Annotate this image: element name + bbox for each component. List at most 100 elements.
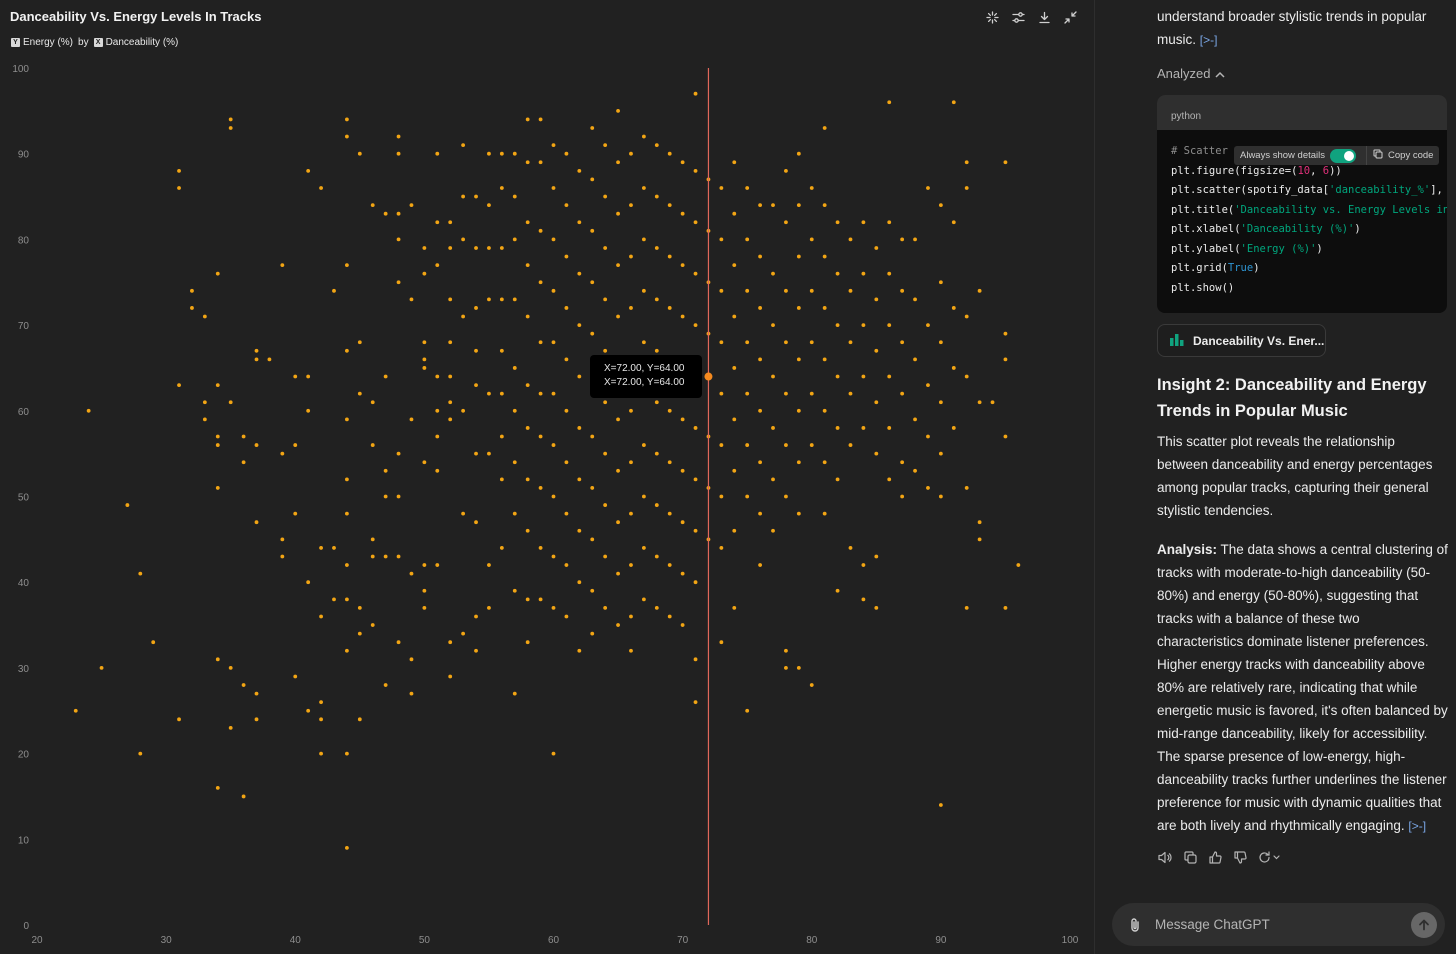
scatter-point[interactable] (641, 340, 646, 345)
scatter-point[interactable] (590, 537, 595, 542)
scatter-point[interactable] (254, 348, 259, 353)
scatter-point[interactable] (370, 537, 375, 542)
scatter-point[interactable] (487, 246, 491, 250)
scatter-point[interactable] (784, 220, 788, 225)
scatter-point[interactable] (577, 528, 582, 533)
scatter-point[interactable] (345, 348, 349, 353)
scatter-point[interactable] (693, 426, 698, 430)
scatter-point[interactable] (926, 434, 930, 439)
scatter-point[interactable] (616, 211, 620, 216)
scatter-point[interactable] (383, 683, 388, 687)
scatter-point[interactable] (345, 563, 349, 567)
scatter-point[interactable] (551, 143, 556, 148)
scatter-point[interactable] (719, 546, 724, 550)
scatter-point[interactable] (177, 168, 181, 173)
scatter-point[interactable] (422, 606, 427, 610)
scatter-point[interactable] (977, 400, 982, 405)
scatter-point[interactable] (345, 134, 349, 139)
scatter-point[interactable] (396, 211, 401, 216)
scatter-point[interactable] (667, 511, 672, 516)
scatter-point[interactable] (603, 297, 608, 302)
scatter-point[interactable] (616, 520, 620, 525)
scatter-point[interactable] (345, 117, 349, 122)
scatter-point[interactable] (422, 246, 427, 250)
scatter-point[interactable] (345, 417, 349, 422)
scatter-point[interactable] (461, 511, 466, 516)
scatter-point[interactable] (254, 443, 259, 447)
scatter-point[interactable] (758, 254, 762, 259)
scatter-point[interactable] (590, 331, 595, 336)
scatter-point[interactable] (693, 477, 698, 482)
scatter-point[interactable] (525, 220, 530, 225)
scatter-point[interactable] (938, 340, 943, 345)
scatter-point[interactable] (680, 160, 685, 165)
scatter-point[interactable] (629, 203, 633, 208)
scatter-point[interactable] (345, 648, 349, 653)
scatter-point[interactable] (409, 203, 414, 208)
scatter-point[interactable] (499, 434, 504, 439)
scatter-point[interactable] (409, 297, 414, 302)
scatter-point[interactable] (590, 280, 595, 285)
scatter-point[interactable] (538, 340, 543, 345)
scatter-point[interactable] (396, 280, 401, 285)
scatter-point[interactable] (913, 237, 917, 242)
scatter-point[interactable] (190, 288, 194, 293)
scatter-point[interactable] (745, 494, 750, 499)
scatter-point[interactable] (719, 494, 724, 499)
scatter-point[interactable] (693, 271, 698, 276)
scatter-point[interactable] (306, 580, 311, 585)
send-button[interactable] (1411, 912, 1437, 938)
scatter-point[interactable] (512, 588, 517, 593)
scatter-point[interactable] (745, 708, 750, 713)
scatter-point[interactable] (667, 563, 672, 567)
scatter-point[interactable] (771, 323, 775, 327)
scatter-point[interactable] (525, 477, 530, 482)
speaker-icon[interactable] (1157, 849, 1173, 865)
scatter-point[interactable] (654, 400, 659, 405)
scatter-point[interactable] (809, 443, 814, 447)
scatter-point[interactable] (590, 228, 595, 233)
scatter-point[interactable] (835, 426, 840, 430)
scatter-point[interactable] (512, 460, 517, 465)
scatter-point[interactable] (202, 417, 207, 422)
scatter-point[interactable] (667, 614, 672, 619)
scatter-point[interactable] (345, 511, 349, 516)
scatter-point[interactable] (306, 408, 311, 413)
scatter-point[interactable] (951, 306, 956, 310)
scatter-point[interactable] (512, 366, 517, 370)
scatter-point[interactable] (861, 271, 866, 276)
scatter-point[interactable] (745, 237, 750, 242)
scatter-point[interactable] (629, 511, 633, 516)
scatter-point[interactable] (887, 426, 892, 430)
scatter-point[interactable] (577, 271, 582, 276)
scatter-point[interactable] (396, 451, 401, 456)
scatter-point[interactable] (900, 340, 905, 345)
scatter-point[interactable] (680, 468, 685, 473)
download-icon[interactable] (1036, 9, 1052, 25)
citation-link[interactable]: [>-] (1200, 33, 1218, 47)
scatter-point[interactable] (228, 666, 233, 670)
scatter-point[interactable] (758, 563, 762, 567)
scatter-point[interactable] (461, 143, 466, 148)
scatter-point[interactable] (822, 460, 827, 465)
scatter-point[interactable] (603, 554, 608, 559)
scatter-point[interactable] (228, 126, 233, 130)
scatter-point[interactable] (1003, 160, 1008, 165)
scatter-point[interactable] (73, 708, 78, 713)
scatter-point[interactable] (951, 220, 956, 225)
scatter-point[interactable] (732, 160, 737, 165)
scatter-point[interactable] (822, 306, 827, 310)
scatter-point[interactable] (848, 546, 853, 550)
scatter-point[interactable] (641, 237, 646, 242)
scatter-point[interactable] (1003, 331, 1008, 336)
scatter-point[interactable] (719, 443, 724, 447)
scatter-point[interactable] (177, 186, 181, 190)
chart-attachment-chip[interactable]: Danceability Vs. Ener... (1157, 324, 1326, 357)
scatter-point[interactable] (616, 571, 620, 576)
scatter-point[interactable] (629, 648, 633, 653)
scatter-point[interactable] (796, 254, 801, 259)
scatter-point[interactable] (977, 288, 982, 293)
scatter-point[interactable] (732, 263, 737, 268)
scatter-point[interactable] (732, 211, 737, 216)
scatter-point[interactable] (680, 417, 685, 422)
